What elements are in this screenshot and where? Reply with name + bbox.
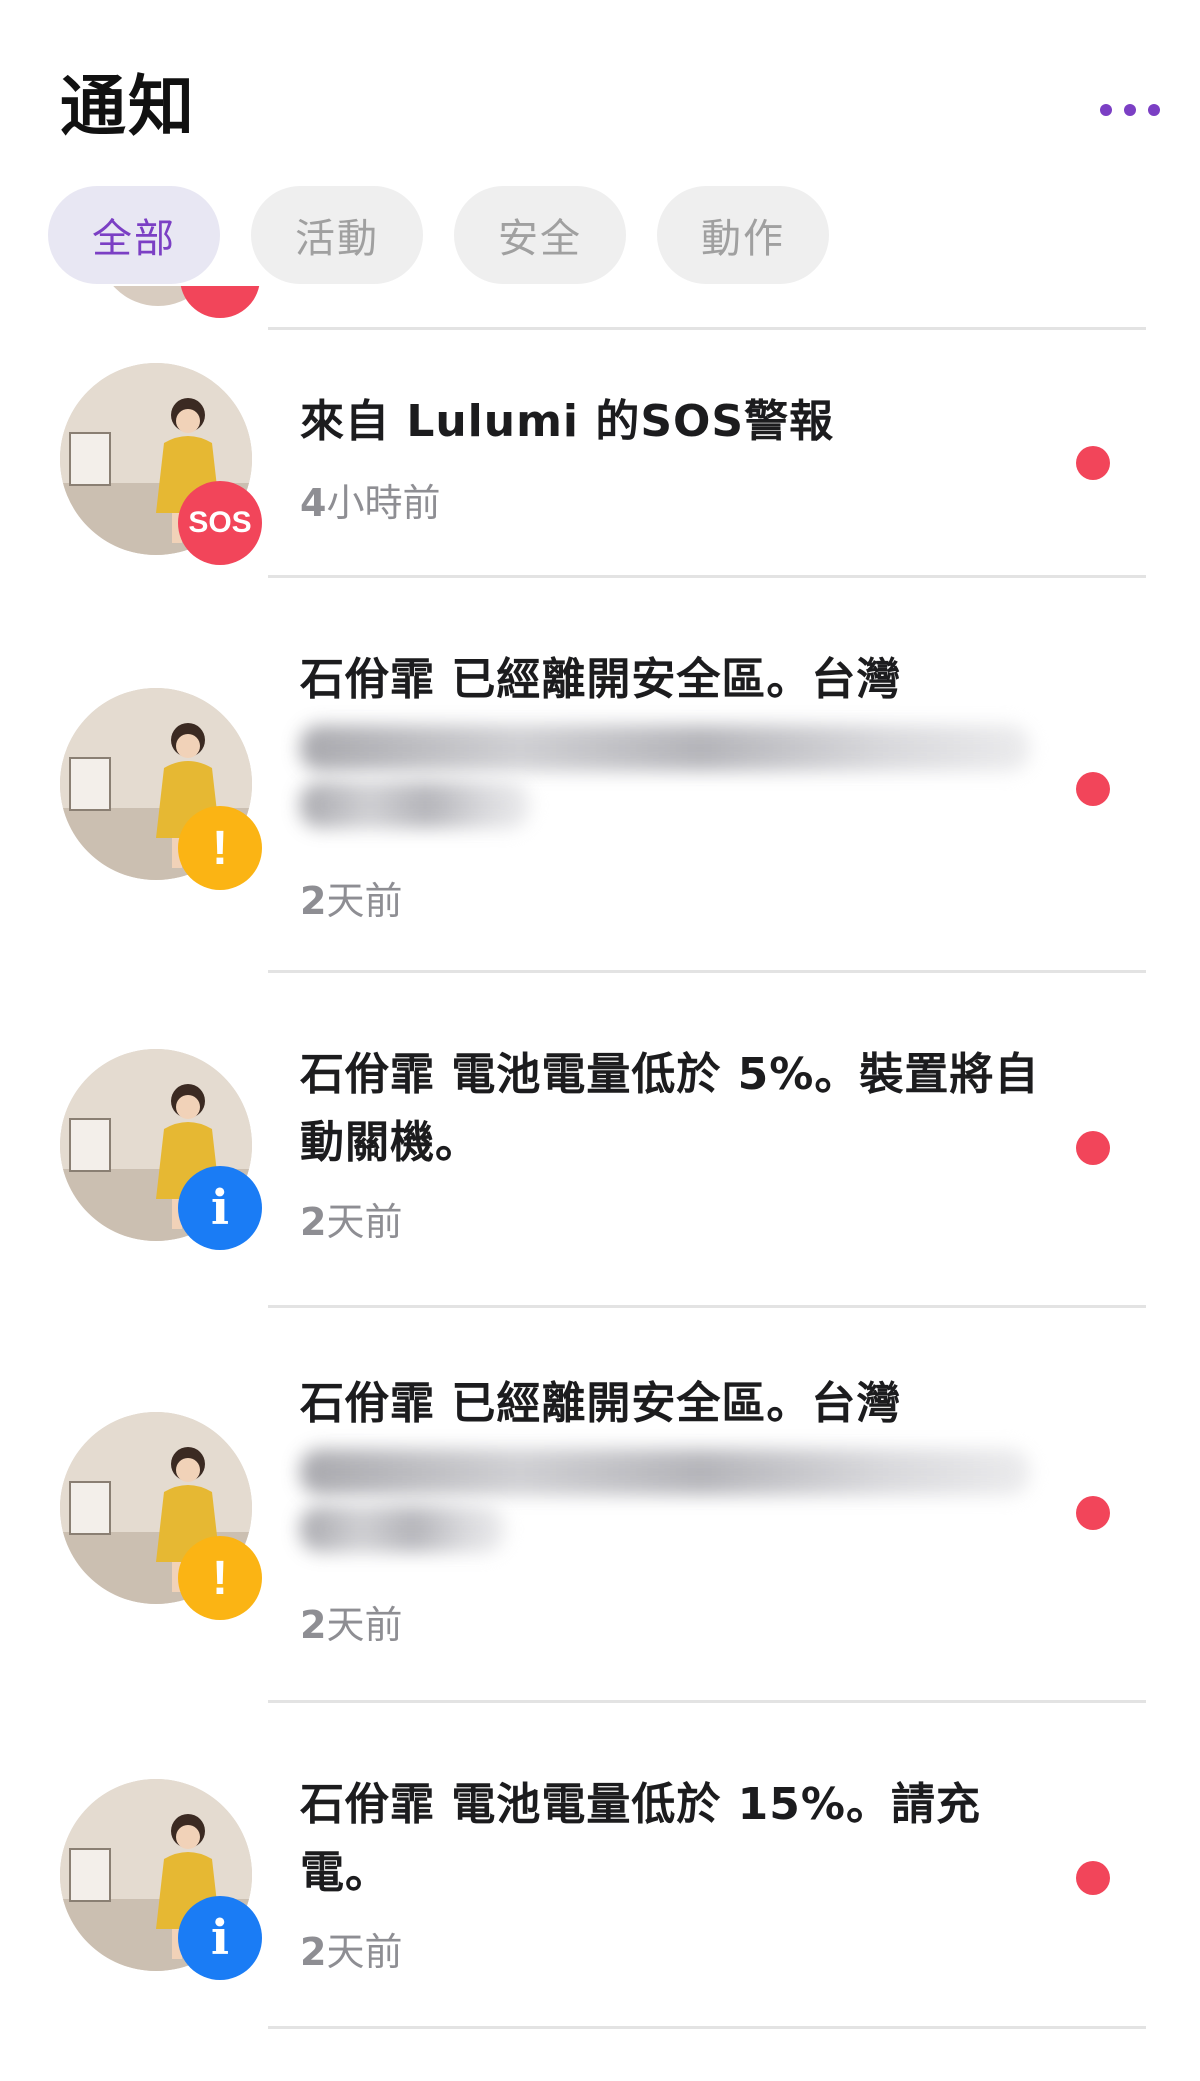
blurred-address — [300, 782, 530, 828]
info-badge-icon: i — [178, 1166, 262, 1250]
tab-action[interactable]: 動作 — [657, 186, 829, 284]
warning-badge-icon: ! — [178, 1536, 262, 1620]
notification-item[interactable]: i 石佾霏 電池電量低於 15%。請充電。 2天前 — [0, 1703, 1200, 2035]
notification-item[interactable]: ! 石佾霏 已經離開安全區。台灣 2天前 — [0, 578, 1200, 970]
unread-dot-icon — [1076, 1496, 1110, 1530]
divider — [268, 2026, 1146, 2029]
notification-title: 石佾霏 電池電量低於 15%。請充電。 — [300, 1779, 981, 1898]
warning-badge-icon: ! — [178, 806, 262, 890]
info-badge-icon: i — [178, 1896, 262, 1980]
more-dot-icon — [1124, 104, 1136, 116]
notification-time: 2天前 — [300, 879, 403, 923]
tab-all[interactable]: 全部 — [48, 186, 220, 284]
unread-dot-icon — [1076, 1861, 1110, 1895]
notification-item[interactable]: SOS 來自 Lulumi 的SOS警報 4小時前 — [0, 330, 1200, 575]
notification-title: 石佾霏 已經離開安全區。台灣 — [300, 1370, 1060, 1563]
notification-title: 石佾霏 電池電量低於 5%。裝置將自動關機。 — [300, 1049, 1040, 1168]
notification-time: 2天前 — [300, 1603, 403, 1647]
notification-time: 4小時前 — [300, 481, 441, 525]
notification-title: 石佾霏 已經離開安全區。台灣 — [300, 646, 1060, 839]
unread-dot-icon — [1076, 1131, 1110, 1165]
tab-activity[interactable]: 活動 — [251, 186, 423, 284]
page-title: 通知 — [60, 68, 196, 145]
notification-time: 2天前 — [300, 1930, 403, 1974]
blurred-address — [300, 725, 1030, 771]
tab-safety[interactable]: 安全 — [454, 186, 626, 284]
filter-tabs: 全部 活動 安全 動作 — [48, 186, 829, 286]
header: 通知 — [0, 0, 1200, 170]
notification-item[interactable]: i 石佾霏 電池電量低於 5%。裝置將自動關機。 2天前 — [0, 973, 1200, 1305]
unread-dot-icon — [1076, 446, 1110, 480]
notification-time: 2天前 — [300, 1200, 403, 1244]
blurred-address — [300, 1506, 505, 1552]
unread-dot-icon — [1076, 772, 1110, 806]
blurred-address — [300, 1449, 1030, 1495]
more-dot-icon — [1148, 104, 1160, 116]
badge-partial — [180, 286, 260, 318]
sos-badge-icon: SOS — [178, 481, 262, 565]
notification-title: 來自 Lulumi 的SOS警報 — [300, 396, 835, 447]
notification-item[interactable]: ! 石佾霏 已經離開安全區。台灣 2天前 — [0, 1308, 1200, 1700]
more-dot-icon — [1100, 104, 1112, 116]
more-options-button[interactable] — [1100, 90, 1160, 130]
